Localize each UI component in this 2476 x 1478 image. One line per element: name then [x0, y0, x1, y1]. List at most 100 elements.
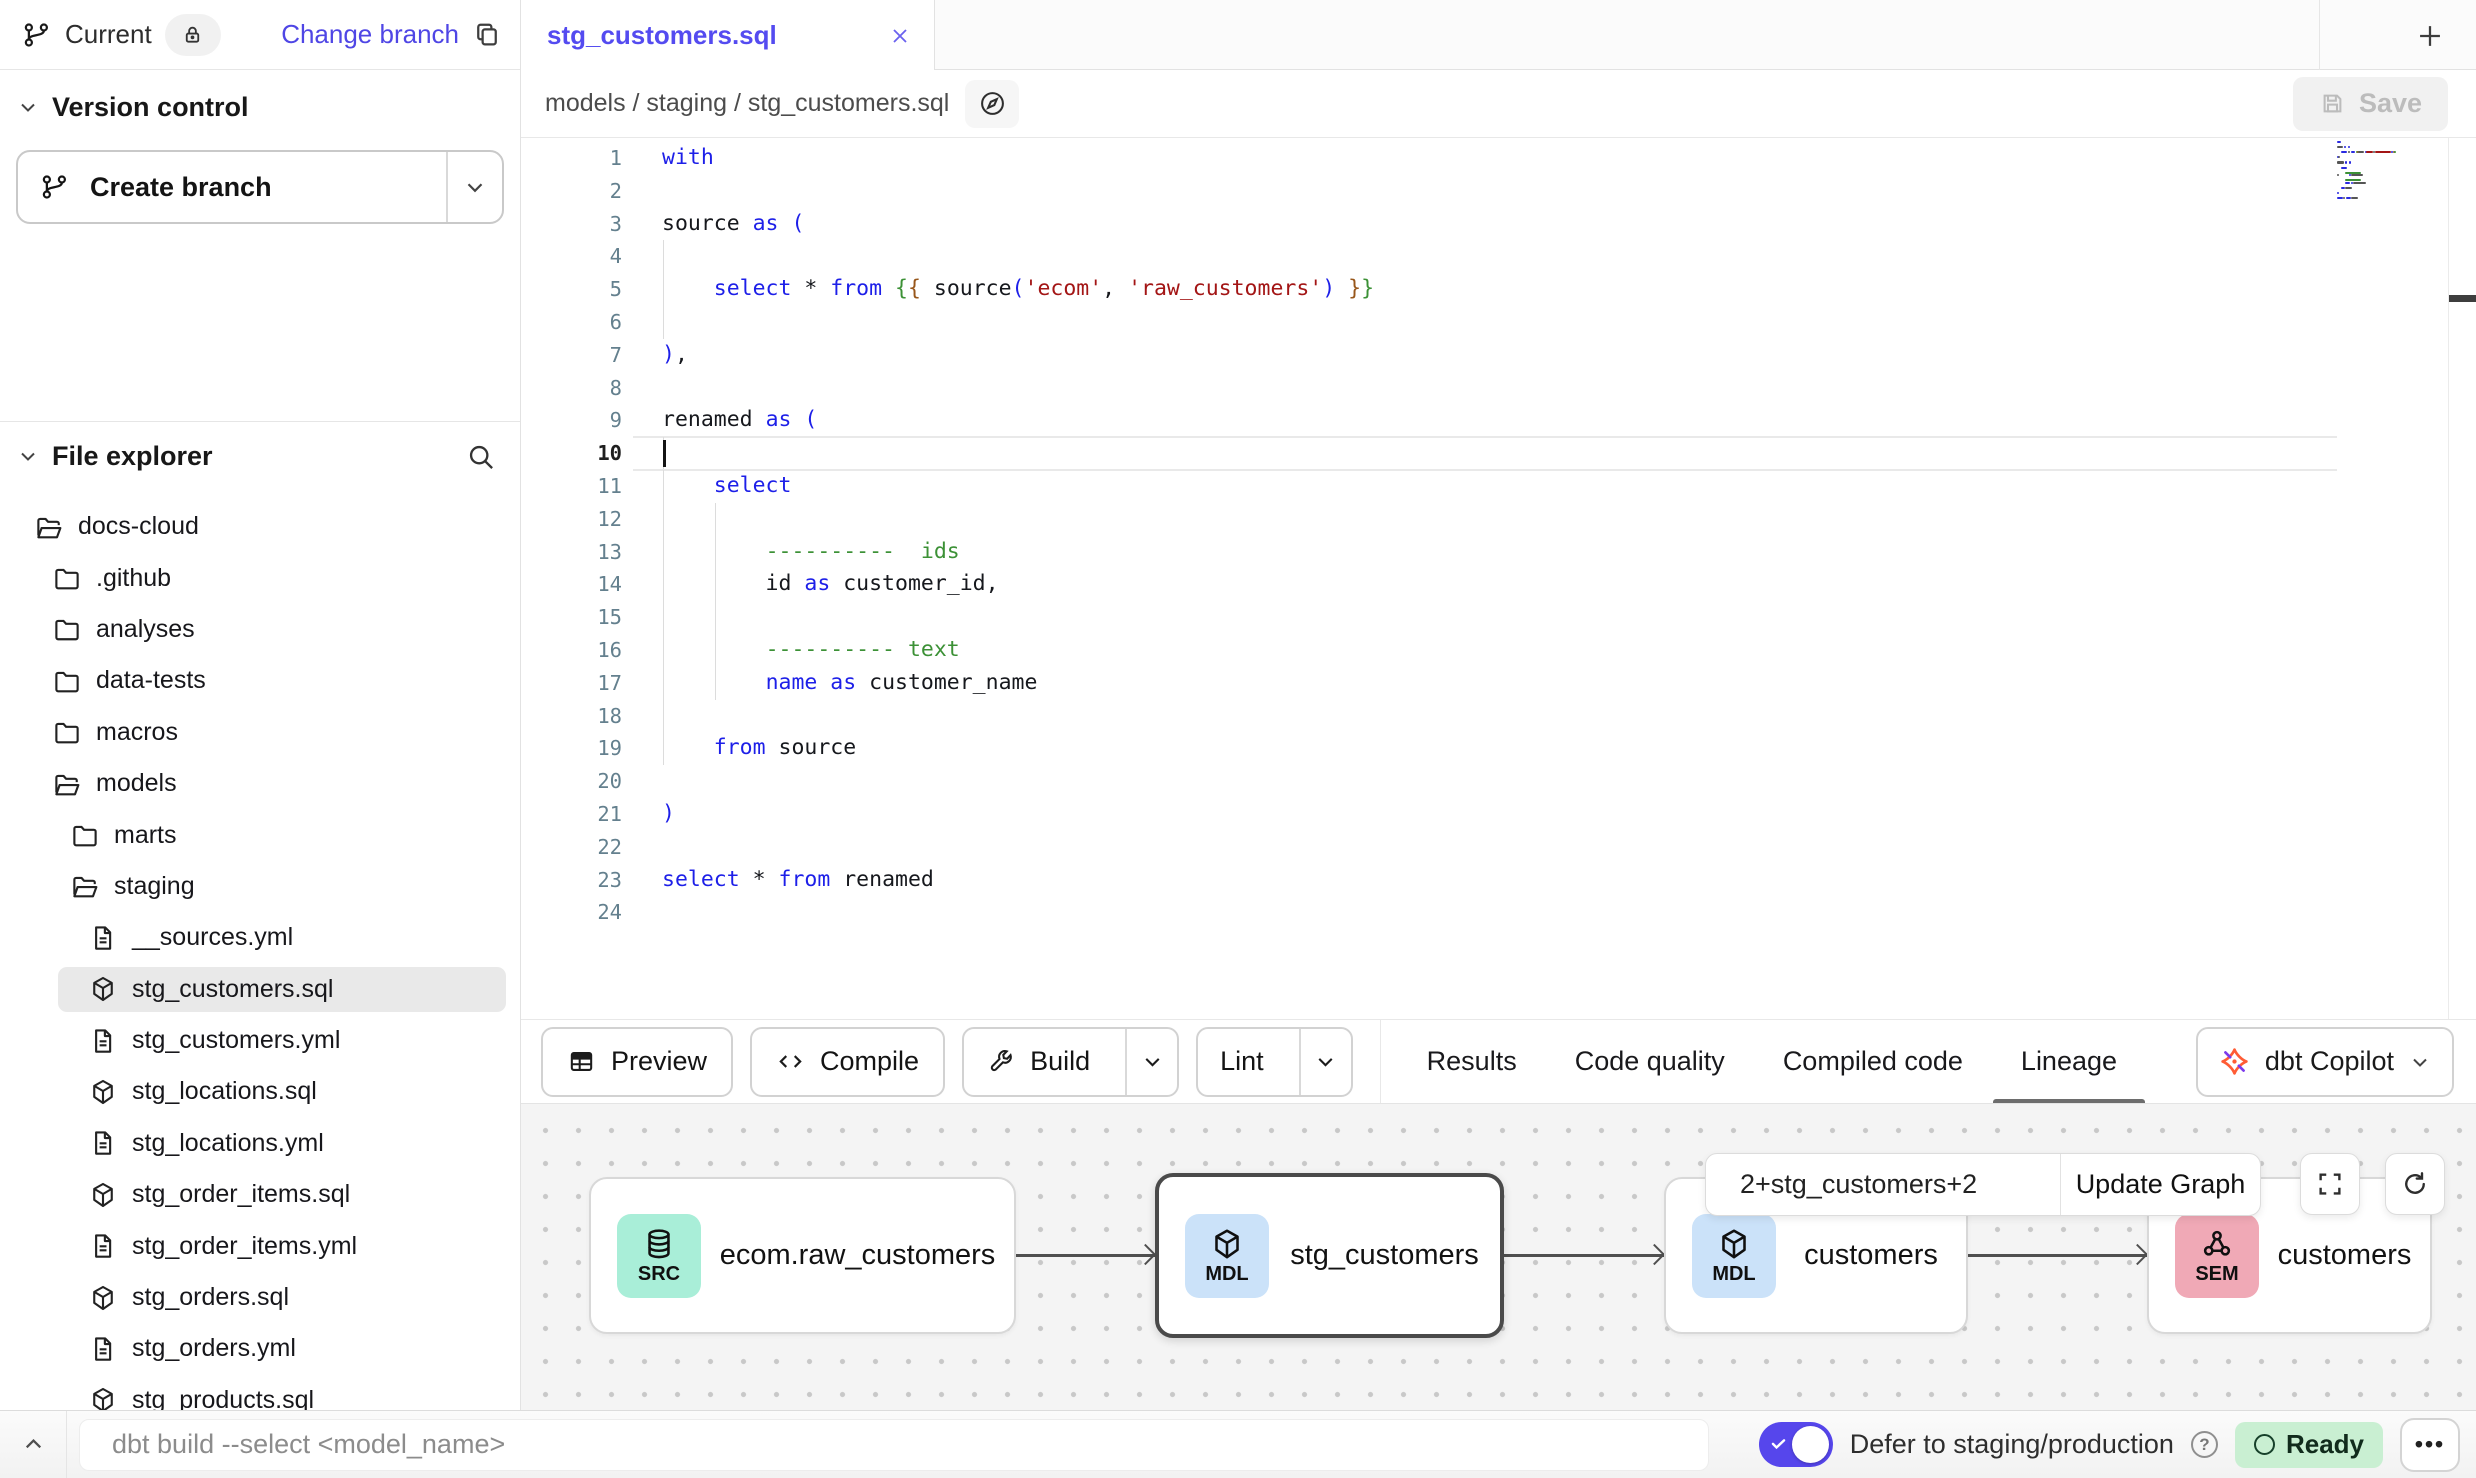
tree-item-__sources.yml[interactable]: __sources.yml	[0, 912, 520, 963]
dbt-copilot-button[interactable]: dbt Copilot	[2196, 1027, 2454, 1097]
tree-item-stg_customers.sql[interactable]: stg_customers.sql	[0, 964, 520, 1015]
dbt-cloud-ide: Current Change branch Version control	[0, 0, 2476, 1478]
tree-item-stg_orders.sql[interactable]: stg_orders.sql	[0, 1272, 520, 1323]
update-graph-button[interactable]: Update Graph	[2060, 1154, 2260, 1215]
tree-item-data-tests[interactable]: data-tests	[0, 655, 520, 706]
code-line-20[interactable]: 20	[521, 765, 2476, 798]
panel-tabs: Results Code quality Compiled code Lineage	[1427, 1020, 2117, 1104]
lineage-filter-input[interactable]	[1706, 1154, 2060, 1215]
tree-item-docs-cloud[interactable]: docs-cloud	[0, 501, 520, 552]
code-line-17[interactable]: 17 name as customer_name	[521, 667, 2476, 700]
code-line-14[interactable]: 14 id as customer_id,	[521, 568, 2476, 601]
tab-stg-customers-sql[interactable]: stg_customers.sql	[521, 0, 935, 71]
line-number: 8	[521, 372, 622, 405]
tree-item-stg_products.sql[interactable]: stg_products.sql	[0, 1375, 520, 1410]
code-line-5[interactable]: 5 select * from {{ source('ecom', 'raw_c…	[521, 273, 2476, 306]
code-line-11[interactable]: 11 select	[521, 470, 2476, 503]
folder-icon	[52, 666, 82, 696]
network-icon	[2199, 1226, 2235, 1262]
code-line-12[interactable]: 12	[521, 503, 2476, 536]
tree-item-stg_order_items.sql[interactable]: stg_order_items.sql	[0, 1169, 520, 1220]
code-line-10[interactable]: 10	[521, 437, 2476, 470]
code-line-18[interactable]: 18	[521, 700, 2476, 733]
new-tab-button[interactable]	[2408, 14, 2452, 58]
code-line-19[interactable]: 19 from source	[521, 732, 2476, 765]
folder-icon	[70, 820, 100, 850]
tree-item-marts[interactable]: marts	[0, 809, 520, 860]
create-branch-main[interactable]: Create branch	[18, 152, 446, 222]
file-tree: docs-cloud.githubanalyses data-tests macro…	[0, 501, 520, 1410]
indent-guide	[663, 732, 664, 765]
build-main[interactable]: Build	[964, 1029, 1110, 1095]
change-branch-link[interactable]: Change branch	[281, 19, 459, 50]
tree-item-label: stg_customers.sql	[132, 975, 333, 1004]
tree-item-stg_locations.yml[interactable]: stg_locations.yml	[0, 1118, 520, 1169]
refresh-button[interactable]	[2385, 1153, 2445, 1215]
code-editor[interactable]: 1with23source as (45 select * from {{ so…	[521, 138, 2476, 1019]
code-line-15[interactable]: 15	[521, 601, 2476, 634]
tree-item-analyses[interactable]: analyses	[0, 604, 520, 655]
code-line-23[interactable]: 23select * from renamed	[521, 864, 2476, 897]
panel-tab-results[interactable]: Results	[1427, 1020, 1517, 1104]
panel-tab-code-quality[interactable]: Code quality	[1575, 1020, 1725, 1104]
copilot-compass-button[interactable]	[965, 80, 1019, 128]
tree-item-label: data-tests	[96, 666, 206, 695]
compass-icon	[978, 89, 1007, 118]
lineage-node-stg_customers[interactable]: MDLstg_customers	[1155, 1173, 1504, 1338]
tree-item-models[interactable]: models	[0, 758, 520, 809]
command-input[interactable]	[110, 1428, 1678, 1461]
editor-minimap[interactable]	[2337, 141, 2449, 211]
save-icon	[2319, 90, 2346, 117]
code-line-7[interactable]: 7),	[521, 339, 2476, 372]
defer-toggle[interactable]	[1759, 1422, 1833, 1467]
help-icon[interactable]: ?	[2191, 1431, 2218, 1458]
tree-item-stg_orders.yml[interactable]: stg_orders.yml	[0, 1323, 520, 1374]
tree-item-stg_order_items.yml[interactable]: stg_order_items.yml	[0, 1220, 520, 1271]
copy-icon[interactable]	[472, 20, 502, 50]
code-line-22[interactable]: 22	[521, 831, 2476, 864]
compile-button[interactable]: Compile	[750, 1027, 945, 1097]
line-number: 16	[521, 634, 622, 667]
tree-item-.github[interactable]: .github	[0, 552, 520, 603]
line-code: id as customer_id,	[622, 568, 2476, 601]
code-line-21[interactable]: 21)	[521, 798, 2476, 831]
search-icon[interactable]	[465, 441, 504, 472]
code-line-13[interactable]: 13 ---------- ids	[521, 536, 2476, 569]
create-branch-dropdown[interactable]	[446, 152, 502, 222]
statusbar-separator	[66, 1411, 67, 1478]
lineage-node-ecom.raw_customers[interactable]: SRCecom.raw_customers	[589, 1177, 1016, 1334]
lineage-graph[interactable]: SRCecom.raw_customers MDLstg_customers MDL…	[521, 1103, 2476, 1410]
panel-tab-compiled-code[interactable]: Compiled code	[1783, 1020, 1963, 1104]
code-line-6[interactable]: 6	[521, 306, 2476, 339]
tree-item-stg_customers.yml[interactable]: stg_customers.yml	[0, 1015, 520, 1066]
build-dropdown[interactable]	[1125, 1029, 1177, 1095]
tree-item-macros[interactable]: macros	[0, 707, 520, 758]
code-line-1[interactable]: 1with	[521, 142, 2476, 175]
code-line-4[interactable]: 4	[521, 240, 2476, 273]
badge-label: MDL	[1712, 1263, 1755, 1286]
folder-icon	[52, 717, 82, 747]
close-icon[interactable]	[888, 24, 912, 48]
line-code: select	[622, 470, 2476, 503]
panel-tab-lineage[interactable]: Lineage	[2021, 1020, 2117, 1104]
code-line-16[interactable]: 16 ---------- text	[521, 634, 2476, 667]
save-button[interactable]: Save	[2293, 77, 2448, 131]
code-line-2[interactable]: 2	[521, 175, 2476, 208]
refresh-icon	[2400, 1169, 2430, 1199]
expand-console-button[interactable]	[0, 1431, 66, 1458]
breadcrumb-row: models / staging / stg_customers.sql Sav…	[521, 70, 2476, 138]
version-control-header[interactable]: Version control	[0, 70, 520, 144]
tree-item-stg_locations.sql[interactable]: stg_locations.sql	[0, 1066, 520, 1117]
scroll-indicator[interactable]	[2449, 295, 2476, 302]
fullscreen-button[interactable]	[2300, 1153, 2360, 1215]
file-explorer-header[interactable]: File explorer	[0, 429, 520, 483]
code-line-3[interactable]: 3source as (	[521, 208, 2476, 241]
lint-main[interactable]: Lint	[1198, 1029, 1284, 1095]
code-line-9[interactable]: 9renamed as (	[521, 404, 2476, 437]
code-line-8[interactable]: 8	[521, 372, 2476, 405]
code-line-24[interactable]: 24	[521, 896, 2476, 929]
more-options-button[interactable]: •••	[2400, 1418, 2460, 1472]
tree-item-staging[interactable]: staging	[0, 861, 520, 912]
lint-dropdown[interactable]	[1299, 1029, 1351, 1095]
preview-button[interactable]: Preview	[541, 1027, 733, 1097]
